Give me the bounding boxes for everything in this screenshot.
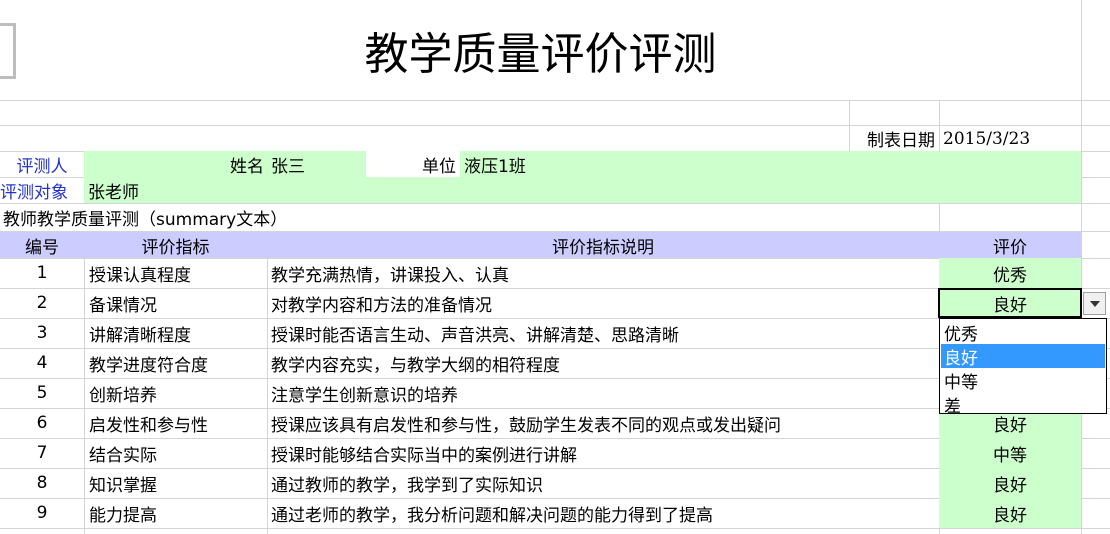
evaluator-label: 评测人 <box>16 156 68 177</box>
indicator-cell[interactable]: 创新培养 <box>84 378 267 408</box>
dropdown-option[interactable]: 优秀 <box>941 320 1105 345</box>
description-cell[interactable]: 授课应该具有启发性和参与性，鼓励学生发表不同的观点或发出疑问 <box>267 408 939 438</box>
subject-value[interactable]: 张老师 <box>84 177 384 203</box>
description-cell[interactable]: 授课时能否语言生动、声音洪亮、讲解清楚、思路清晰 <box>267 318 939 348</box>
name-label: 姓名 <box>230 156 264 177</box>
active-cell-border <box>938 288 1082 318</box>
row-number[interactable]: 6 <box>0 408 84 438</box>
row-number[interactable]: 2 <box>0 288 84 318</box>
indicator-cell[interactable]: 授课认真程度 <box>84 258 267 288</box>
subject-label: 评测对象 <box>0 182 68 203</box>
description-cell[interactable]: 教学充满热情，讲课投入、认真 <box>267 258 939 288</box>
col-header-indicator: 评价指标 <box>84 232 267 258</box>
row-number[interactable]: 5 <box>0 378 84 408</box>
indicator-cell[interactable]: 能力提高 <box>84 498 267 528</box>
date-value[interactable]: 2015/3/23 <box>939 126 1081 151</box>
dropdown-option-selected[interactable]: 良好 <box>941 344 1105 369</box>
indicator-cell[interactable]: 启发性和参与性 <box>84 408 267 438</box>
summary-text: 教师教学质量评测（summary文本） <box>3 210 288 230</box>
col-gridline <box>1081 0 1082 534</box>
row-gridline <box>0 528 1110 529</box>
description-cell[interactable]: 对教学内容和方法的准备情况 <box>267 288 939 318</box>
dropdown-button[interactable] <box>1083 292 1106 315</box>
description-cell[interactable]: 授课时能够结合实际当中的案例进行讲解 <box>267 438 939 468</box>
description-cell[interactable]: 教学内容充实，与教学大纲的相符程度 <box>267 348 939 378</box>
rating-cell[interactable]: 中等 <box>939 438 1081 468</box>
description-cell[interactable]: 注意学生创新意识的培养 <box>267 378 939 408</box>
chevron-down-icon <box>1089 300 1100 307</box>
row-number[interactable]: 3 <box>0 318 84 348</box>
dropdown-option[interactable]: 中等 <box>941 368 1105 393</box>
col-header-description: 评价指标说明 <box>267 232 939 258</box>
unit-value[interactable]: 液压1班 <box>460 151 760 177</box>
indicator-cell[interactable]: 知识掌握 <box>84 468 267 498</box>
unit-label: 单位 <box>422 156 456 177</box>
row-number[interactable]: 8 <box>0 468 84 498</box>
indicator-cell[interactable]: 讲解清晰程度 <box>84 318 267 348</box>
indicator-cell[interactable]: 结合实际 <box>84 438 267 468</box>
indicator-cell[interactable]: 备课情况 <box>84 288 267 318</box>
row-number[interactable]: 1 <box>0 258 84 288</box>
dropdown-list: 优秀 良好 中等 差 <box>939 318 1107 417</box>
date-label: 制表日期 <box>867 131 935 151</box>
name-value[interactable]: 张三 <box>267 151 366 177</box>
row-gridline <box>0 100 1110 101</box>
row-number[interactable]: 7 <box>0 438 84 468</box>
rating-cell[interactable]: 良好 <box>939 468 1081 498</box>
col-header-rating: 评价 <box>939 232 1081 258</box>
row-number[interactable]: 9 <box>0 498 84 528</box>
row-number[interactable]: 4 <box>0 348 84 378</box>
col-header-no: 编号 <box>0 232 84 258</box>
description-cell[interactable]: 通过老师的教学，我分析问题和解决问题的能力得到了提高 <box>267 498 939 528</box>
dropdown-option[interactable]: 差 <box>941 392 1105 417</box>
description-cell[interactable]: 通过教师的教学，我学到了实际知识 <box>267 468 939 498</box>
rating-cell[interactable]: 良好 <box>939 498 1081 528</box>
indicator-cell[interactable]: 教学进度符合度 <box>84 348 267 378</box>
sheet-title: 教学质量评价评测 <box>364 29 717 80</box>
rating-cell[interactable]: 优秀 <box>939 258 1081 288</box>
